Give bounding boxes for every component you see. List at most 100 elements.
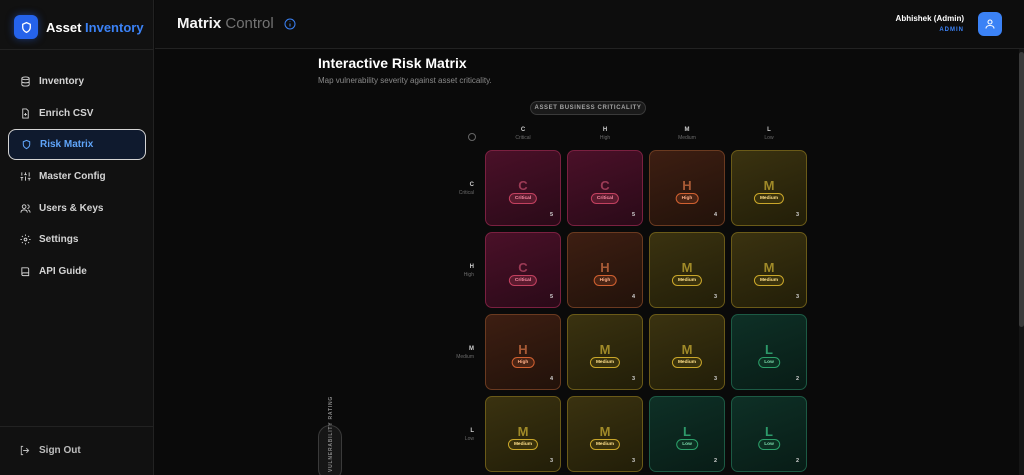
cell-score: 3 [713,294,717,300]
vulnerability-axis-label: VULNERABILITY RATING [318,396,342,475]
matrix-cell[interactable]: C Critical 5 [485,232,561,308]
matrix-subtitle: Map vulnerability severity against asset… [318,76,492,85]
cell-badge: High [675,193,699,204]
matrix-cell[interactable]: M Medium 3 [731,232,807,308]
column-label: Medium [678,135,696,141]
matrix-cell[interactable]: M Medium 3 [567,396,643,472]
sidebar-item-api-guide[interactable]: API Guide [8,256,146,287]
column-header-high: H High [566,127,644,141]
row-header-low: L Low [440,428,474,442]
cell-badge: Medium [589,439,621,450]
cell-letter: C [518,178,528,193]
brand[interactable]: Asset Inventory [14,14,144,40]
cell-badge: Critical [508,275,538,286]
row-letter: H [469,264,474,270]
page-title-secondary: Control [225,15,274,32]
user-role: ADMIN [939,27,964,33]
matrix-cell[interactable]: M Medium 3 [649,314,725,390]
cell-score: 4 [713,212,717,218]
cell-badge: Critical [590,193,620,204]
sidebar-item-label: Users & Keys [39,202,104,214]
scrollbar-thumb[interactable] [1019,52,1024,327]
sidebar-item-risk-matrix[interactable]: Risk Matrix [8,129,146,161]
cell-score: 5 [549,212,553,218]
row-letter: C [469,182,474,188]
cell-badge: High [593,275,617,286]
sidebar-item-enrich-csv[interactable]: Enrich CSV [8,98,146,129]
top-header: Matrix Control Abhishek (Admin) ADMIN [155,0,1024,49]
cell-score: 3 [795,212,799,218]
page-title: Matrix Control [177,15,274,32]
cell-score: 2 [795,376,799,382]
matrix-cell[interactable]: L Low 2 [731,314,807,390]
cell-score: 3 [549,458,553,464]
cell-badge: Medium [753,193,785,204]
sidebar-item-users-keys[interactable]: Users & Keys [8,193,146,224]
sidebar-item-inventory[interactable]: Inventory [8,66,146,97]
matrix-cell[interactable]: H High 4 [485,314,561,390]
row-label: Critical [458,190,474,196]
sidebar-item-label: API Guide [39,266,87,278]
cell-score: 3 [631,376,635,382]
matrix-cell[interactable]: L Low 2 [649,396,725,472]
cell-score: 3 [795,294,799,300]
corner-circle-icon [468,133,476,141]
row-letter: M [469,346,474,352]
shield-icon [20,139,32,151]
matrix-cell[interactable]: M Medium 3 [649,232,725,308]
criticality-axis-label: ASSET BUSINESS CRITICALITY [530,101,646,115]
matrix-cell[interactable]: M Medium 3 [567,314,643,390]
info-icon[interactable] [284,17,296,30]
row-label: Low [464,436,474,442]
column-header-critical: C Critical [484,127,562,141]
logout-icon [19,444,31,456]
column-label: Critical [515,135,531,141]
column-letter: H [602,127,608,133]
cell-letter: C [600,178,610,193]
sidebar-item-settings[interactable]: Settings [8,224,146,255]
cell-letter: M [517,424,529,439]
row-letter: L [470,428,474,434]
column-letter: L [767,127,771,133]
sliders-icon [19,171,31,183]
matrix-cell[interactable]: C Critical 5 [485,150,561,226]
cell-letter: M [681,342,693,357]
matrix-cell[interactable]: H High 4 [649,150,725,226]
sign-out-label: Sign Out [39,444,81,456]
cell-badge: Low [676,439,698,450]
matrix-cell[interactable]: H High 4 [567,232,643,308]
sidebar-item-label: Settings [39,234,79,246]
cell-letter: H [518,342,528,357]
shield-logo-icon [14,15,38,39]
matrix-cell[interactable]: M Medium 3 [731,150,807,226]
cell-score: 4 [549,376,553,382]
app-root: Asset Inventory Inventory Enrich CSV Ris… [0,0,1024,475]
sidebar-item-label: Enrich CSV [39,107,94,119]
cell-score: 4 [631,294,635,300]
cell-score: 2 [713,458,717,464]
row-label: Medium [456,354,474,360]
user-icon [985,19,995,29]
page-title-primary: Matrix [177,15,222,32]
matrix-cell[interactable]: L Low 2 [731,396,807,472]
cell-letter: H [682,178,692,193]
cell-badge: Medium [507,439,539,450]
row-header-high: H High [440,264,474,278]
brand-name-primary: Asset [46,19,82,35]
row-header-critical: C Critical [440,182,474,196]
sign-out-button[interactable]: Sign Out [19,444,81,456]
sidebar-bottom-divider [0,426,154,427]
column-letter: M [684,127,690,133]
matrix-title: Interactive Risk Matrix [318,55,467,71]
matrix-cell[interactable]: C Critical 5 [567,150,643,226]
avatar[interactable] [978,12,1002,36]
gear-icon [19,234,31,246]
row-label: High [463,272,474,278]
cell-badge: Medium [589,357,621,368]
column-label: Low [764,135,774,141]
matrix-cell[interactable]: M Medium 3 [485,396,561,472]
cell-badge: Medium [753,275,785,286]
sidebar-item-master-config[interactable]: Master Config [8,161,146,192]
cell-letter: M [599,424,611,439]
cell-badge: Medium [671,275,703,286]
